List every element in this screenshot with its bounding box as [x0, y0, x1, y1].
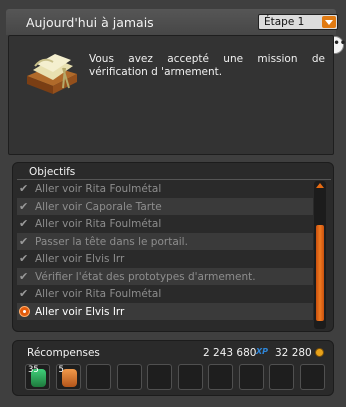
checkmark-icon: ✔: [19, 252, 29, 265]
objectives-list: ✔ Aller voir Rita Foulmétal ✔ Aller voir Ca…: [17, 180, 313, 320]
objective-row[interactable]: ✔ Aller voir Rita Foulmétal: [17, 180, 313, 198]
objectives-header: Objectifs: [17, 165, 331, 180]
objective-label: Aller voir Elvis Irr: [35, 253, 125, 265]
objectives-title: Objectifs: [29, 166, 76, 178]
reward-item-quantity: 5: [58, 365, 64, 375]
current-objective-icon: [19, 305, 30, 317]
empty-reward-slot[interactable]: [116, 364, 142, 390]
empty-reward-slot[interactable]: [269, 364, 294, 390]
quest-description-panel: Vous avez accepté une mission de vérific…: [8, 35, 334, 155]
reward-item-slot[interactable]: 35: [25, 364, 50, 390]
title-bar: Aujourd'hui à jamais Étape 1: [6, 9, 338, 35]
chevron-down-icon[interactable]: [322, 16, 336, 28]
objectives-panel: Objectifs ✔ Aller voir Rita Foulmétal ✔ All…: [12, 162, 334, 332]
checkmark-icon: ✔: [19, 182, 29, 195]
objective-label: Passer la tête dans le portail.: [35, 235, 188, 248]
quest-window: Aujourd'hui à jamais Étape 1 ••• Vous av…: [0, 0, 346, 407]
empty-reward-slot[interactable]: [238, 364, 264, 390]
xp-icon: XP: [256, 347, 269, 356]
objective-row[interactable]: ✔ Aller voir Elvis Irr: [17, 250, 313, 268]
checkmark-icon: ✔: [19, 199, 29, 213]
objective-row[interactable]: ✔ Passer la tête dans le portail.: [17, 232, 313, 250]
objective-row[interactable]: ✔ Aller voir Caporale Tarte: [17, 197, 313, 215]
empty-reward-slot[interactable]: [147, 364, 172, 390]
kamas-coin-icon: [315, 348, 324, 357]
empty-reward-slot[interactable]: [86, 364, 111, 390]
reward-item-slot[interactable]: 5: [55, 364, 81, 390]
rewards-panel: Récompenses 2 243 680 XP 32 280 35 5: [12, 340, 334, 396]
rewards-kamas-value: 32 280: [275, 347, 312, 359]
objective-label: Vérifier l'état des prototypes d'armemen…: [35, 270, 256, 283]
parchment-scroll-icon: [27, 54, 77, 94]
objective-label: Aller voir Caporale Tarte: [35, 200, 162, 213]
quest-description-text: Vous avez accepté une mission de vérific…: [89, 53, 325, 78]
objective-label: Aller voir Rita Foulmétal: [35, 218, 162, 230]
objective-label: Aller voir Rita Foulmétal: [35, 288, 162, 300]
quest-title: Aujourd'hui à jamais: [26, 15, 154, 30]
objective-row[interactable]: ✔ Aller voir Rita Foulmétal: [17, 215, 313, 233]
empty-reward-slot[interactable]: [208, 364, 233, 390]
objectives-scrollbar[interactable]: [314, 181, 326, 329]
checkmark-icon: ✔: [19, 287, 29, 300]
checkmark-icon: ✔: [19, 217, 29, 230]
checkmark-icon: ✔: [19, 269, 29, 283]
rewards-title: Récompenses: [27, 347, 100, 359]
empty-reward-slot[interactable]: [299, 364, 325, 390]
rewards-xp-value: 2 243 680: [203, 347, 257, 359]
scroll-up-icon[interactable]: [316, 183, 324, 188]
objective-row[interactable]: ✔ Aller voir Rita Foulmétal: [17, 285, 313, 303]
step-dropdown[interactable]: Étape 1: [258, 14, 338, 30]
step-dropdown-value: Étape 1: [264, 16, 305, 28]
scrollbar-thumb[interactable]: [316, 225, 324, 321]
objective-row[interactable]: ✔ Vérifier l'état des prototypes d'armeme…: [17, 267, 313, 285]
objective-label: Aller voir Rita Foulmétal: [35, 183, 162, 195]
objective-label: Aller voir Elvis Irr: [35, 305, 125, 318]
objective-row[interactable]: Aller voir Elvis Irr: [17, 302, 313, 320]
checkmark-icon: ✔: [19, 234, 29, 248]
empty-reward-slot[interactable]: [177, 364, 203, 390]
reward-item-quantity: 35: [28, 365, 39, 375]
